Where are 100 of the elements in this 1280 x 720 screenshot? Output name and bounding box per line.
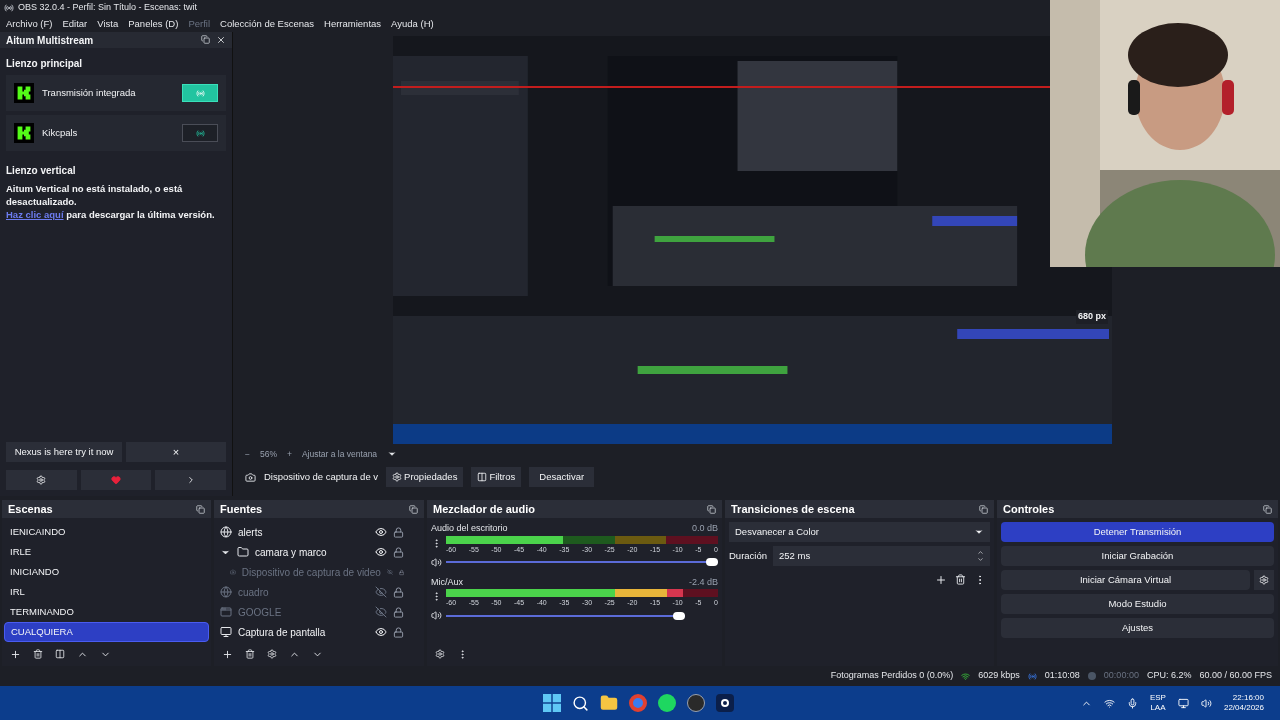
menu-item[interactable]: Archivo (F)	[6, 16, 53, 32]
decrement-icon[interactable]	[977, 556, 984, 563]
clock-date[interactable]: 22/04/2026	[1223, 703, 1264, 713]
menu-item[interactable]: Paneles (D)	[128, 16, 179, 32]
eye-off-icon[interactable]	[375, 586, 387, 598]
add-icon[interactable]	[222, 648, 233, 660]
folder-icon[interactable]	[600, 694, 618, 712]
scene-item[interactable]: IENICAINDO	[4, 522, 209, 542]
filters-icon[interactable]	[55, 649, 65, 659]
scene-item[interactable]: IRL	[4, 582, 209, 602]
increment-icon[interactable]	[977, 549, 984, 556]
download-link[interactable]: Haz clic aquí	[6, 209, 64, 220]
heart-button[interactable]	[80, 470, 152, 490]
speaker-icon[interactable]	[431, 556, 442, 568]
window-title: OBS 32.0.4 - Perfil: Sin Título - Escenas: twit	[18, 1, 197, 15]
menu-item[interactable]: Herramientas	[324, 16, 382, 32]
transition-select[interactable]: Desvanecer a Color	[729, 522, 990, 542]
menu-item[interactable]: Ayuda (H)	[391, 16, 434, 32]
control-button[interactable]: Ajustes	[1001, 618, 1274, 638]
settings-icon[interactable]	[435, 649, 445, 659]
lock-icon[interactable]	[393, 606, 404, 618]
dock-title: Escenas	[8, 501, 53, 517]
properties-button[interactable]: Propiedades	[386, 467, 464, 487]
webcam-app-icon[interactable]	[716, 694, 734, 712]
control-button[interactable]: Iniciar Cámara Virtual	[1001, 570, 1250, 590]
input-language[interactable]: ESP	[1149, 693, 1166, 703]
camera-icon	[245, 471, 256, 483]
search-icon[interactable]	[572, 694, 589, 712]
close-icon[interactable]	[216, 35, 226, 45]
delete-icon[interactable]	[955, 574, 966, 585]
download-text: para descargar la última versión.	[66, 209, 215, 220]
eye-icon[interactable]	[375, 546, 387, 558]
lock-icon[interactable]	[393, 626, 404, 638]
music-app-icon[interactable]	[658, 694, 676, 712]
undock-icon[interactable]	[1263, 504, 1272, 514]
undock-icon[interactable]	[196, 504, 205, 514]
lock-icon[interactable]	[393, 546, 404, 558]
keyboard-layout[interactable]: LAA	[1150, 703, 1166, 713]
menu-item[interactable]: Vista	[97, 16, 119, 32]
control-button[interactable]: Modo Estudio	[1001, 594, 1274, 614]
dock-title: Controles	[1003, 501, 1055, 517]
browser-icon[interactable]	[629, 694, 647, 712]
source-name: alerts	[238, 525, 264, 540]
source-item[interactable]: alerts	[214, 522, 424, 542]
speaker-icon[interactable]	[431, 610, 442, 621]
source-item[interactable]: camara y marco	[214, 542, 424, 562]
deactivate-button[interactable]: Desactivar	[529, 467, 595, 487]
undock-icon[interactable]	[979, 504, 988, 514]
fit-window-button[interactable]: Ajustar a la ventana	[301, 447, 378, 461]
volume-icon[interactable]	[1200, 697, 1212, 709]
eye-icon[interactable]	[375, 526, 387, 538]
source-item[interactable]: Captura de pantalla	[214, 622, 424, 642]
dropdown-caret-icon[interactable]	[387, 449, 398, 459]
add-icon[interactable]	[935, 574, 947, 586]
section-title: Lienzo vertical	[5, 164, 77, 178]
monitor-icon	[220, 626, 232, 638]
recorder-app-icon[interactable]	[687, 694, 705, 712]
delete-icon[interactable]	[33, 649, 43, 659]
output-name: Transmisión integrada	[42, 85, 137, 100]
dropdown-caret-icon	[974, 527, 984, 537]
output-name: Kikcpals	[42, 125, 79, 140]
eye-icon[interactable]	[375, 626, 387, 638]
window-icon	[220, 606, 232, 618]
zoom-out-button[interactable]: −	[245, 447, 250, 461]
stream-toggle-button[interactable]	[182, 124, 218, 142]
start-icon[interactable]	[543, 694, 561, 712]
channel-name: Mic/Aux	[431, 575, 463, 589]
control-button[interactable]: Detener Transmisión	[1001, 522, 1274, 542]
undock-icon[interactable]	[201, 35, 210, 44]
add-icon[interactable]	[10, 648, 21, 660]
settings-button[interactable]	[6, 470, 77, 490]
undock-icon[interactable]	[707, 504, 716, 514]
delete-icon[interactable]	[245, 649, 255, 659]
zoom-in-button[interactable]: +	[287, 447, 292, 461]
menu-item[interactable]: Editar	[62, 16, 88, 32]
scene-item[interactable]: IRLE	[4, 542, 209, 562]
undock-icon[interactable]	[409, 504, 418, 514]
control-button[interactable]: Iniciar Grabación	[1001, 546, 1274, 566]
scene-item[interactable]: TERMINANDO	[4, 602, 209, 622]
scene-item[interactable]: INICIANDO	[4, 562, 209, 582]
network-icon[interactable]	[1103, 697, 1115, 709]
display-icon[interactable]	[1177, 697, 1189, 709]
settings-button[interactable]	[1254, 570, 1274, 590]
channel-name: Audio del escritorio	[431, 522, 508, 535]
lock-icon[interactable]	[393, 526, 404, 538]
lock-icon[interactable]	[393, 586, 404, 598]
menu-item[interactable]: Colección de Escenas	[220, 16, 315, 32]
dismiss-button[interactable]: ×	[126, 442, 226, 462]
scene-item[interactable]: CUALQUIERA	[4, 622, 209, 642]
stream-time: 01:10:08	[1044, 669, 1080, 683]
microphone-icon[interactable]	[1126, 697, 1138, 709]
eye-off-icon[interactable]	[375, 606, 387, 618]
volume-slider[interactable]	[446, 557, 718, 567]
filters-button[interactable]: Filtros	[471, 467, 522, 487]
settings-icon[interactable]	[267, 649, 277, 659]
promo-button[interactable]: Nexus is here try it now	[6, 442, 122, 462]
duration-field[interactable]: 252 ms	[773, 546, 990, 566]
globe-icon	[220, 526, 232, 538]
clock-time[interactable]: 22:16:00	[1232, 693, 1264, 703]
guide-label: 680 px	[1075, 310, 1108, 324]
